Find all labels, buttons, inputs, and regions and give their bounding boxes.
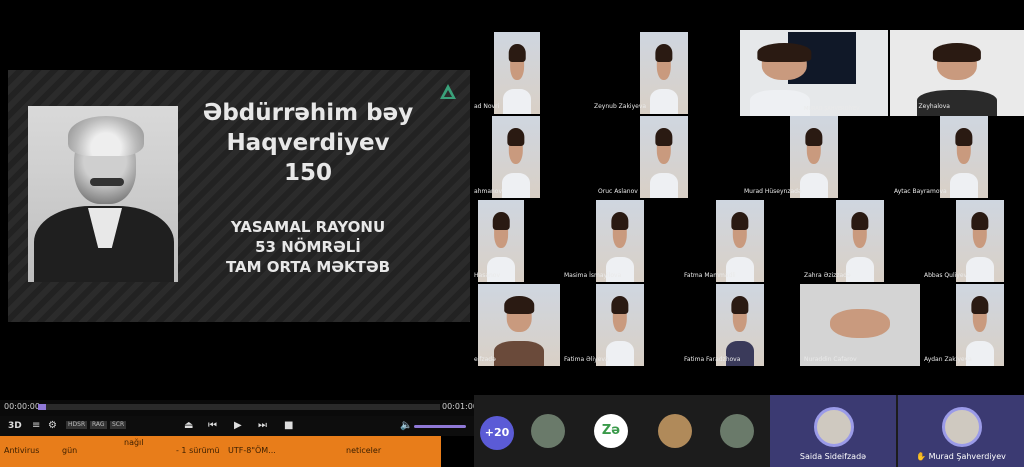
player-controls: 3D ≡ ⚙ HDSR RAG SCR ⏏ ⏮ ▶ ⏭ ■ 🔈: [0, 416, 474, 436]
speaker-name-text: Murad Şahverdiyev: [928, 452, 1006, 461]
seek-bar[interactable]: 00:00:00 00:01:00: [0, 400, 478, 416]
media-player: Əbdürrəhim bəy Haqverdiyev 150 YASAMAL R…: [0, 0, 478, 467]
more-participants-button[interactable]: +20: [480, 416, 514, 450]
next-icon[interactable]: ⏭: [258, 419, 267, 433]
participant-tile[interactable]: [640, 32, 688, 114]
badge-3: SCR: [110, 421, 127, 429]
participant-name: Aytac Bayramova: [894, 188, 947, 195]
slide-subtitle-line3: TAM ORTA MƏKTƏB: [225, 258, 391, 276]
speaker-avatar: [814, 407, 854, 447]
speaker-name: ✋ Murad Şahverdiyev: [898, 452, 1024, 461]
participant-name: Aydan Zakiyeva: [924, 356, 972, 363]
eject-icon[interactable]: ⏏: [184, 419, 193, 433]
participant-name: Fatima Faradzhova: [684, 356, 741, 363]
portrait-mustache: [90, 178, 124, 186]
taskbar-item-5[interactable]: UTF-8"ÖM...: [228, 446, 276, 456]
participant-name: Abbas Quliyev: [924, 272, 968, 279]
slide-subtitle-line2: 53 NÖMRƏLİ: [255, 238, 361, 256]
seek-track[interactable]: [38, 404, 440, 410]
participant-strip: +20 Zə Saida Sideifzadə ✋ Murad Şahverdi…: [474, 395, 1024, 467]
total-time: 00:01:00: [442, 402, 478, 411]
participant-name: Nuraddin Cafarov: [804, 356, 857, 363]
play-icon[interactable]: ▶: [234, 419, 242, 433]
video-gallery: ad Novri Zeynub Zakiyeva MURAD ŞAHVERDİY…: [474, 0, 1024, 395]
participant-avatar[interactable]: [658, 414, 692, 448]
participant-tile[interactable]: [836, 200, 884, 282]
raised-hand-icon: ✋: [916, 452, 927, 461]
participant-avatar[interactable]: [720, 414, 754, 448]
speaker-avatar: [942, 407, 982, 447]
participant-name: Tünzalə Zeyhalova: [894, 103, 950, 110]
stop-icon[interactable]: ■: [284, 419, 293, 433]
participant-tile[interactable]: [596, 284, 644, 366]
participant-name: ad Novri: [474, 103, 500, 110]
badge-1: HDSR: [66, 421, 88, 429]
slide-title-line3: 150: [283, 160, 332, 186]
portrait-image: [28, 106, 178, 282]
participant-tile[interactable]: [790, 116, 838, 198]
participant-name: Murad Hüseynzadə: [744, 188, 802, 195]
participant-name: Zahra Əzizzadə: [804, 272, 851, 279]
participant-tile[interactable]: [640, 116, 688, 198]
participant-tile[interactable]: [494, 32, 540, 114]
3d-mode-button[interactable]: 3D: [8, 419, 22, 433]
volume-slider[interactable]: [414, 425, 466, 428]
participant-tile[interactable]: [492, 116, 540, 198]
participant-name: MURAD ŞAHVERDİYEV: [804, 106, 860, 112]
logo-icon: [440, 84, 456, 99]
slide-title-line2: Haqverdiyev: [226, 130, 390, 156]
seek-progress: [38, 404, 47, 410]
speaker-tile[interactable]: ✋ Murad Şahverdiyev: [898, 395, 1024, 467]
participant-avatar[interactable]: [531, 414, 565, 448]
participant-name: Oruc Aslanov: [598, 188, 638, 195]
settings-icon[interactable]: ⚙: [48, 419, 57, 433]
participant-tile[interactable]: [956, 200, 1004, 282]
participant-name: Masima İsmayilova: [564, 272, 622, 279]
participant-name: Fatima Əliyeva: [564, 356, 609, 363]
participant-tile[interactable]: [940, 116, 988, 198]
slide-subtitle-line1: YASAMAL RAYONU: [230, 218, 386, 236]
participant-tile[interactable]: [956, 284, 1004, 366]
taskbar: Antivirus gün nağıl - 1 sürümü UTF-8"ÖM.…: [0, 436, 441, 467]
participant-name: Hasanov: [474, 272, 501, 279]
taskbar-item-3[interactable]: nağıl: [124, 438, 144, 448]
presentation-slide: Əbdürrəhim bəy Haqverdiyev 150 YASAMAL R…: [8, 70, 470, 322]
participant-tile[interactable]: [478, 284, 560, 366]
participant-tile[interactable]: [716, 200, 764, 282]
participant-tile[interactable]: [716, 284, 764, 366]
participant-name: Zeynub Zakiyeva: [594, 103, 647, 110]
taskbar-item-1[interactable]: Antivirus: [4, 446, 39, 456]
active-speaker-tile[interactable]: [740, 30, 888, 116]
participant-avatar[interactable]: Zə: [594, 414, 628, 448]
taskbar-item-6[interactable]: neticeler: [346, 446, 381, 456]
taskbar-item-2[interactable]: gün: [62, 446, 77, 456]
volume-icon[interactable]: 🔈: [400, 419, 412, 433]
participant-name: Fatma Mammadli: [684, 272, 736, 279]
participant-tile[interactable]: [596, 200, 644, 282]
participant-tile[interactable]: [800, 284, 920, 366]
participant-name: ahmanov: [474, 188, 503, 195]
taskbar-item-4[interactable]: - 1 sürümü: [176, 446, 220, 456]
previous-icon[interactable]: ⏮: [208, 419, 217, 433]
current-time: 00:00:00: [4, 402, 40, 411]
portrait-hair: [68, 116, 144, 156]
participant-tile[interactable]: [478, 200, 524, 282]
speaker-tile[interactable]: Saida Sideifzadə: [770, 395, 896, 467]
slide-title-line1: Əbdürrəhim bəy: [202, 100, 414, 126]
playlist-icon[interactable]: ≡: [32, 419, 40, 433]
badge-2: RAG: [90, 421, 107, 429]
speaker-name: Saida Sideifzadə: [799, 452, 867, 461]
participant-name: eifzadə: [474, 356, 496, 363]
